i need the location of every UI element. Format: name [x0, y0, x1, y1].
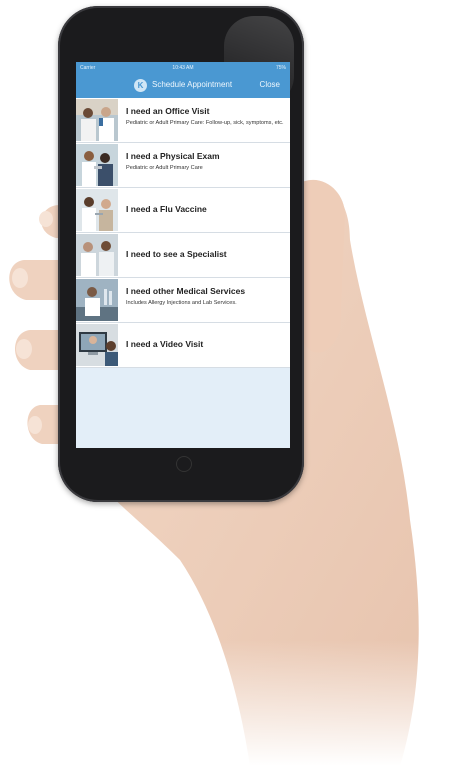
option-title: I need other Medical Services — [126, 286, 246, 296]
option-title: I need a Video Visit — [126, 339, 204, 349]
option-subtitle: Pediatric or Adult Primary Care — [126, 165, 203, 171]
option-title: I need a Physical Exam — [126, 151, 220, 161]
vaccine-photo-icon — [76, 189, 118, 231]
page-title: Schedule Appointment — [152, 80, 233, 89]
lab-photo-icon — [76, 279, 118, 321]
status-bar: Carrier 10:43 AM 75% — [76, 62, 290, 74]
option-title: I need to see a Specialist — [126, 249, 227, 259]
option-title: I need a Flu Vaccine — [126, 204, 207, 214]
app-screen: Carrier 10:43 AM 75% K Schedule Appointm… — [76, 62, 290, 448]
home-button[interactable] — [176, 456, 192, 472]
option-video-visit[interactable]: I need a Video Visit — [76, 323, 290, 368]
video-photo-icon — [76, 324, 118, 366]
option-title: I need an Office Visit — [126, 106, 210, 116]
option-subtitle: Pediatric or Adult Primary Care: Follow-… — [126, 120, 284, 126]
doctor-photo-icon — [76, 99, 118, 141]
appointment-options-list: I need an Office Visit Pediatric or Adul… — [76, 98, 290, 368]
exam-photo-icon — [76, 144, 118, 186]
clock: 10:43 AM — [172, 65, 194, 71]
close-button[interactable]: Close — [260, 80, 280, 89]
option-physical-exam[interactable]: I need a Physical Exam Pediatric or Adul… — [76, 143, 290, 188]
option-other-services[interactable]: I need other Medical Services Includes A… — [76, 278, 290, 323]
specialist-photo-icon — [76, 234, 118, 276]
battery-level: 75% — [275, 65, 286, 71]
option-flu-vaccine[interactable]: I need a Flu Vaccine — [76, 188, 290, 233]
option-office-visit[interactable]: I need an Office Visit Pediatric or Adul… — [76, 98, 290, 143]
nav-bar: K Schedule Appointment Close — [76, 74, 290, 98]
phone-frame: Carrier 10:43 AM 75% K Schedule Appointm… — [58, 6, 304, 502]
option-subtitle: Includes Allergy Injections and Lab Serv… — [126, 300, 237, 306]
option-specialist[interactable]: I need to see a Specialist — [76, 233, 290, 278]
app-logo-icon: K — [134, 79, 147, 92]
